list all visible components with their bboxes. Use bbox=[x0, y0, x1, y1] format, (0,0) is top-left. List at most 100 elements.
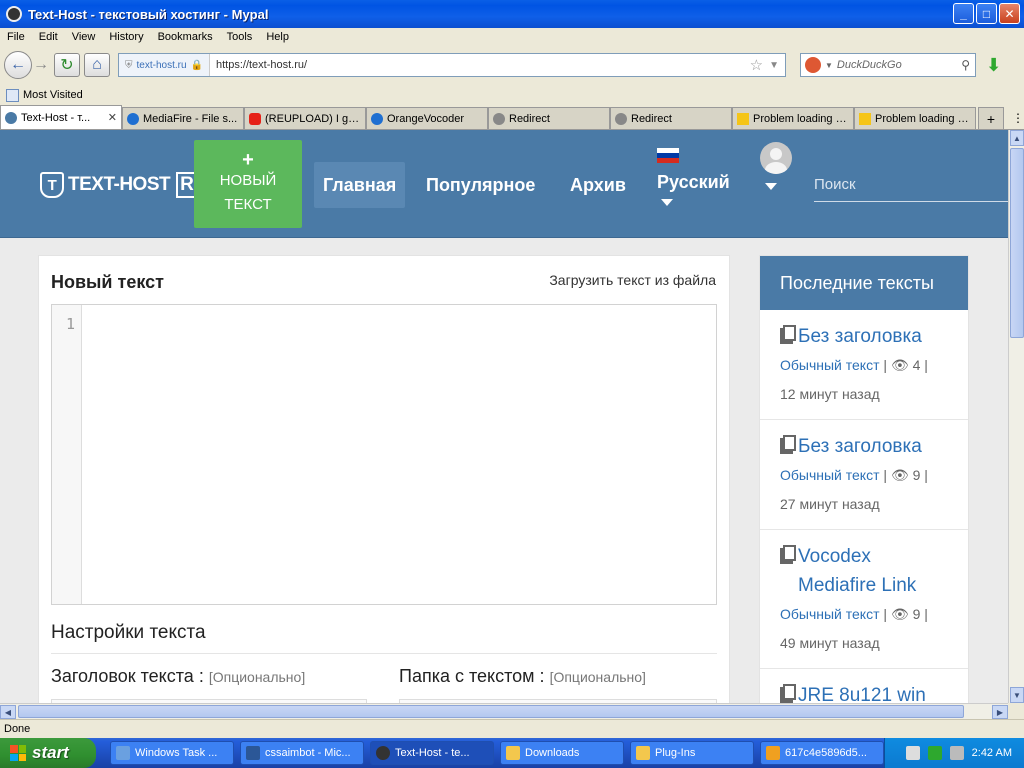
list-item: JRE 8u121 win bbox=[760, 669, 968, 703]
post-type-link[interactable]: Обычный текст bbox=[780, 467, 880, 483]
menu-tools[interactable]: Tools bbox=[220, 31, 260, 43]
tab-youtube[interactable]: (REUPLOAD) I go... bbox=[244, 107, 366, 129]
post-title-link[interactable]: Без заголовка bbox=[780, 322, 948, 351]
close-tab-icon[interactable]: ✕ bbox=[108, 111, 117, 124]
taskbar-item-label: Downloads bbox=[525, 747, 580, 759]
back-arrow-icon: ← bbox=[10, 56, 26, 73]
tab-orangevocoder[interactable]: OrangeVocoder bbox=[366, 107, 488, 129]
language-selector[interactable]: Русский bbox=[657, 148, 730, 206]
vertical-scroll-thumb[interactable] bbox=[1010, 148, 1024, 338]
url-input[interactable]: https://text-host.ru/ bbox=[210, 59, 750, 71]
tab-problem-loading-2[interactable]: Problem loading p... bbox=[854, 107, 976, 129]
downloads-icon[interactable]: ⬇ bbox=[986, 55, 1001, 76]
close-window-button[interactable]: ✕ bbox=[999, 3, 1020, 24]
post-title-link[interactable]: Без заголовка bbox=[780, 432, 948, 461]
taskbar-item-mypal[interactable]: Text-Host - te... bbox=[370, 741, 494, 765]
duckduckgo-icon[interactable] bbox=[805, 57, 821, 73]
web-search-input[interactable]: DuckDuckGo bbox=[833, 59, 961, 71]
new-text-panel: Новый текст Загрузить текст из файла 1 Н… bbox=[38, 255, 730, 703]
tab-problem-loading-1[interactable]: Problem loading p... bbox=[732, 107, 854, 129]
scroll-right-icon[interactable]: ▶ bbox=[992, 705, 1008, 719]
forward-arrow-icon: → bbox=[33, 56, 49, 73]
post-time: 12 минут назад bbox=[780, 386, 880, 402]
post-type-link[interactable]: Обычный текст bbox=[780, 357, 880, 373]
most-visited-bookmark[interactable]: Most Visited bbox=[23, 89, 83, 101]
maximize-button[interactable]: □ bbox=[976, 3, 997, 24]
mediafire-favicon-icon bbox=[371, 112, 383, 125]
taskbar-item-label: Windows Task ... bbox=[135, 747, 218, 759]
new-text-button[interactable]: + НОВЫЙ ТЕКСТ bbox=[194, 140, 302, 228]
taskbar-item-cssaimbot[interactable]: cssaimbot - Mic... bbox=[240, 741, 364, 765]
home-button[interactable]: ⌂ bbox=[84, 53, 110, 77]
volume-icon[interactable] bbox=[949, 746, 964, 760]
forward-button[interactable]: → bbox=[32, 53, 50, 77]
url-bar[interactable]: ⛨ text-host.ru 🔒 https://text-host.ru/ ☆… bbox=[118, 53, 786, 77]
most-visited-icon bbox=[6, 88, 19, 102]
scroll-left-icon[interactable]: ◀ bbox=[0, 705, 16, 719]
network-icon[interactable] bbox=[927, 746, 942, 760]
horizontal-scroll-thumb[interactable] bbox=[18, 705, 964, 718]
list-item: Vocodex Mediafire Link Обычный текст | 👁… bbox=[760, 530, 968, 669]
url-dropdown-icon[interactable]: ▼ bbox=[769, 60, 785, 71]
lock-icon: 🔒 bbox=[190, 59, 203, 71]
tab-label: OrangeVocoder bbox=[387, 112, 465, 125]
upload-from-file-link[interactable]: Загрузить текст из файла bbox=[549, 272, 716, 288]
nav-home[interactable]: Главная bbox=[314, 162, 406, 208]
tab-redirect-1[interactable]: Redirect bbox=[488, 107, 610, 129]
tab-text-host[interactable]: Text-Host - т... ✕ bbox=[0, 105, 122, 129]
web-search-box[interactable]: ▼ DuckDuckGo ⚲ bbox=[800, 53, 976, 77]
site-identity[interactable]: ⛨ text-host.ru 🔒 bbox=[119, 54, 210, 76]
menu-history[interactable]: History bbox=[102, 31, 150, 43]
tab-redirect-2[interactable]: Redirect bbox=[610, 107, 732, 129]
post-title-link[interactable]: Vocodex Mediafire Link bbox=[780, 542, 948, 600]
text-editor[interactable]: 1 bbox=[51, 304, 717, 605]
vertical-scrollbar[interactable]: ▲ ▼ bbox=[1008, 130, 1024, 703]
reload-button[interactable]: ↻ bbox=[54, 53, 80, 77]
keyboard-icon[interactable] bbox=[905, 746, 920, 760]
taskbar-item-task-manager[interactable]: Windows Task ... bbox=[110, 741, 234, 765]
menu-edit[interactable]: Edit bbox=[32, 31, 65, 43]
list-all-tabs-icon[interactable]: ⋮ bbox=[1012, 107, 1024, 129]
post-title-link[interactable]: JRE 8u121 win bbox=[780, 681, 948, 703]
taskbar-item-plug-ins[interactable]: Plug-Ins bbox=[630, 741, 754, 765]
mypal-app-icon bbox=[6, 6, 22, 22]
post-title: Vocodex Mediafire Link bbox=[798, 546, 917, 596]
menu-help[interactable]: Help bbox=[259, 31, 296, 43]
start-button[interactable]: start bbox=[0, 738, 96, 768]
user-avatar[interactable] bbox=[760, 142, 792, 174]
folder-icon bbox=[636, 746, 650, 760]
taskbar-item-archive[interactable]: 617c4e5896d5... bbox=[760, 741, 884, 765]
sidebar-heading: Последние тексты bbox=[760, 256, 968, 310]
eye-icon: 👁 bbox=[890, 357, 909, 373]
text-host-favicon-icon bbox=[5, 111, 17, 124]
user-menu-chevron-icon[interactable] bbox=[765, 183, 777, 190]
tab-mediafire[interactable]: MediaFire - File s... bbox=[122, 107, 244, 129]
new-tab-button[interactable]: + bbox=[978, 107, 1004, 129]
menu-bar: File Edit View History Bookmarks Tools H… bbox=[0, 28, 1024, 46]
russian-flag-icon bbox=[657, 148, 679, 163]
globe-icon bbox=[493, 112, 505, 125]
horizontal-scrollbar[interactable]: ◀ ▶ bbox=[0, 703, 1008, 719]
nav-archive[interactable]: Архив bbox=[561, 162, 635, 208]
menu-file[interactable]: File bbox=[0, 31, 32, 43]
clock[interactable]: 2:42 AM bbox=[972, 747, 1012, 759]
site-logo[interactable]: T TEXT-HOST RU bbox=[40, 172, 211, 198]
taskbar-item-label: cssaimbot - Mic... bbox=[265, 747, 351, 759]
nav-popular[interactable]: Популярное bbox=[417, 162, 544, 208]
tab-label: Redirect bbox=[631, 112, 672, 125]
search-icon[interactable]: ⚲ bbox=[961, 58, 975, 72]
bookmark-star-icon[interactable]: ☆ bbox=[750, 56, 769, 74]
taskbar-item-downloads[interactable]: Downloads bbox=[500, 741, 624, 765]
document-icon bbox=[780, 325, 796, 344]
scroll-up-icon[interactable]: ▲ bbox=[1010, 130, 1024, 146]
back-button[interactable]: ← bbox=[4, 51, 32, 79]
menu-bookmarks[interactable]: Bookmarks bbox=[151, 31, 220, 43]
site-search-input[interactable]: Поиск bbox=[814, 168, 1008, 202]
list-item: Без заголовка Обычный текст | 👁 4 | 12 м… bbox=[760, 310, 968, 420]
post-type-link[interactable]: Обычный текст bbox=[780, 606, 880, 622]
menu-view[interactable]: View bbox=[65, 31, 103, 43]
task-manager-icon bbox=[116, 746, 130, 760]
chevron-down-icon bbox=[661, 199, 673, 206]
scroll-down-icon[interactable]: ▼ bbox=[1010, 687, 1024, 703]
minimize-button[interactable]: _ bbox=[953, 3, 974, 24]
